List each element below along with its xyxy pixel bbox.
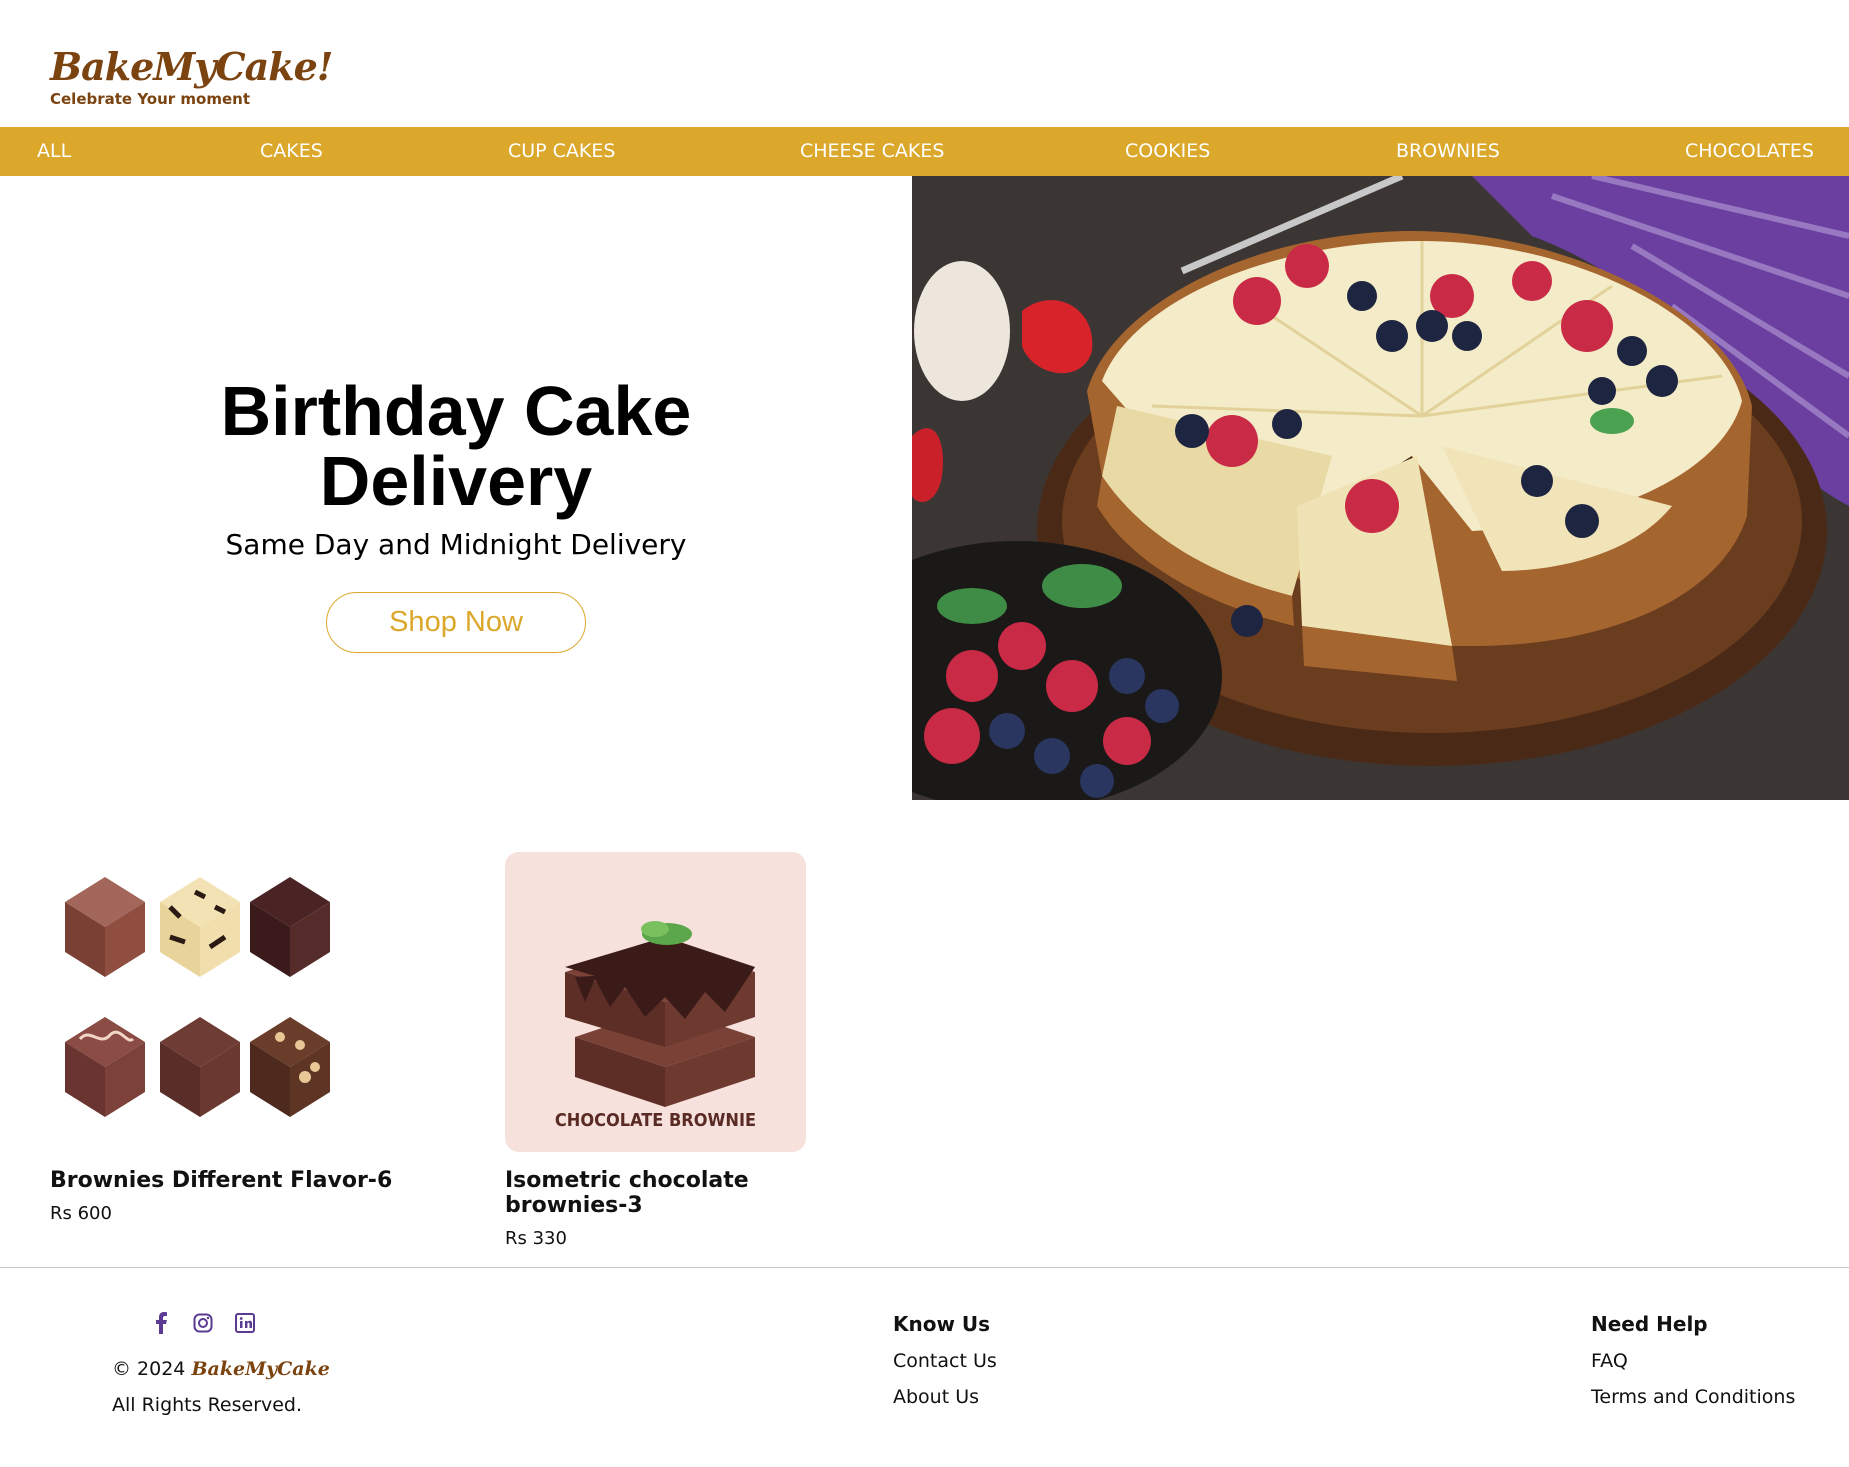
nav-item-cookies[interactable]: COOKIES	[1125, 127, 1210, 176]
product-card[interactable]: Brownies Different Flavor-6 Rs 600	[50, 852, 410, 1224]
brownie-stack-svg	[505, 852, 806, 1152]
nav-item-cup-cakes[interactable]: CUP CAKES	[508, 127, 615, 176]
six-brownies-svg	[50, 852, 351, 1152]
footer-need-help: Need Help FAQ Terms and Conditions	[1591, 1312, 1795, 1408]
hero-title-line2: Delivery	[319, 442, 593, 520]
product-name: Isometric chocolate brownies-3	[505, 1168, 749, 1218]
hero-subtitle: Same Day and Midnight Delivery	[225, 528, 687, 561]
brand-name: BakeMyCake!	[50, 44, 333, 89]
footer-divider	[0, 1267, 1849, 1268]
cheesecake-photo	[912, 176, 1849, 800]
contact-us-link[interactable]: Contact Us	[893, 1350, 997, 1372]
hero-title-line1: Birthday Cake	[220, 372, 692, 450]
know-us-heading: Know Us	[893, 1312, 991, 1336]
brownie-image-caption: CHOCOLATE BROWNIE	[554, 1110, 757, 1131]
facebook-icon[interactable]	[150, 1312, 172, 1334]
hero-title: Birthday Cake Delivery	[0, 376, 912, 516]
product-card[interactable]: Isometric chocolate brownies-3 Rs 330	[505, 852, 865, 1249]
terms-link[interactable]: Terms and Conditions	[1591, 1386, 1795, 1408]
product-name: Brownies Different Flavor-6	[50, 1168, 393, 1193]
copyright-year: © 2024	[112, 1358, 186, 1380]
nav-item-cheese-cakes[interactable]: CHEESE CAKES	[800, 127, 944, 176]
nav-item-all[interactable]: ALL	[37, 127, 71, 176]
nav-item-brownies[interactable]: BROWNIES	[1396, 127, 1500, 176]
faq-link[interactable]: FAQ	[1591, 1350, 1795, 1372]
nav-item-cakes[interactable]: CAKES	[260, 127, 323, 176]
product-price: Rs 600	[50, 1203, 112, 1224]
shop-now-button[interactable]: Shop Now	[326, 592, 586, 653]
linkedin-icon[interactable]	[234, 1312, 256, 1334]
footer-copyright: © 2024 BakeMyCake	[112, 1358, 330, 1380]
product-price: Rs 330	[505, 1228, 567, 1249]
site-header: BakeMyCake! Celebrate Your moment	[0, 0, 1849, 127]
cheesecake-photo-svg	[912, 176, 1849, 800]
nav-item-chocolates[interactable]: CHOCOLATES	[1685, 127, 1814, 176]
footer-know-us: Know Us Contact Us About Us	[893, 1312, 997, 1408]
social-links	[150, 1312, 256, 1334]
footer-rights: All Rights Reserved.	[112, 1394, 303, 1416]
six-brownies-illustration	[50, 852, 351, 1152]
brand-logo[interactable]: BakeMyCake! Celebrate Your moment	[50, 44, 333, 109]
hero-banner: Birthday Cake Delivery Same Day and Midn…	[0, 176, 912, 800]
brand-tagline: Celebrate Your moment	[50, 90, 250, 108]
category-nav: ALL CAKES CUP CAKES CHEESE CAKES COOKIES…	[0, 127, 1849, 176]
instagram-icon[interactable]	[192, 1312, 214, 1334]
about-us-link[interactable]: About Us	[893, 1386, 997, 1408]
copyright-brand: BakeMyCake	[191, 1358, 330, 1380]
chocolate-brownie-stack-illustration	[505, 852, 806, 1152]
need-help-heading: Need Help	[1591, 1312, 1708, 1336]
